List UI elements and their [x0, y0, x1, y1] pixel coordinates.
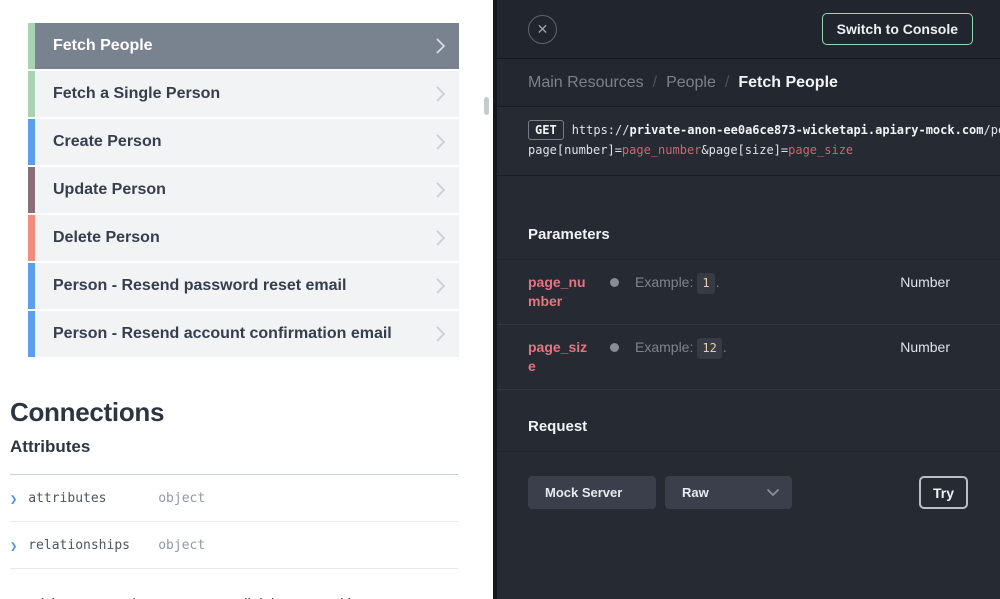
scrollbar-thumb[interactable] — [484, 97, 489, 115]
parameter-type: Number — [900, 338, 950, 357]
parameter-name: page_size — [528, 338, 594, 376]
endpoint-item-delete-person[interactable]: Delete Person — [28, 215, 459, 261]
endpoint-item-resend-account-confirmation[interactable]: Person - Resend account confirmation ema… — [28, 311, 459, 357]
query-key: page[number]= — [528, 143, 622, 157]
expand-chevron-icon[interactable]: ❯ — [10, 539, 17, 553]
connections-section: Connections Attributes ❯ attributes obje… — [10, 397, 458, 599]
query-key: page[size]= — [709, 143, 788, 157]
mock-server-button[interactable]: Mock Server — [528, 476, 656, 509]
breadcrumb-separator: / — [725, 74, 729, 92]
parameter-name: page_number — [528, 273, 594, 311]
parameter-example: Example:12. — [635, 338, 727, 359]
url-domain: private-anon-ee0a6ce873-wicketapi.apiary… — [629, 123, 983, 137]
endpoint-item-fetch-people[interactable]: Fetch People — [28, 23, 459, 69]
attribute-type: object — [158, 491, 205, 506]
endpoint-item-create-person[interactable]: Create Person — [28, 119, 459, 165]
chevron-right-icon — [435, 37, 446, 55]
switch-to-console-button[interactable]: Switch to Console — [822, 13, 973, 45]
parameter-example: Example:1. — [635, 273, 719, 294]
endpoint-label: Fetch People — [53, 37, 153, 55]
request-url-block: GET https://private-anon-ee0a6ce873-wick… — [497, 107, 1000, 176]
chevron-right-icon — [435, 229, 446, 247]
example-value-badge: 1 — [697, 273, 714, 294]
attribute-type: object — [158, 538, 205, 553]
endpoint-label: Person - Resend password reset email — [53, 277, 346, 295]
bullet-dot-icon — [610, 343, 619, 352]
endpoint-label: Delete Person — [53, 229, 160, 247]
attribute-name: attributes — [28, 491, 136, 506]
close-icon[interactable]: ✕ — [528, 15, 557, 44]
section-title: Connections — [10, 397, 458, 428]
endpoint-label: Create Person — [53, 133, 162, 151]
endpoint-item-resend-password-reset[interactable]: Person - Resend password reset email — [28, 263, 459, 309]
query-ampersand: & — [701, 143, 708, 157]
endpoint-list: Fetch People Fetch a Single Person Creat… — [28, 23, 459, 357]
format-dropdown-value: Raw — [682, 485, 709, 500]
query-value: page_size — [788, 143, 853, 157]
url-path: /people? — [984, 123, 1000, 137]
breadcrumb-item-people[interactable]: People — [666, 74, 716, 92]
bullet-dot-icon — [610, 278, 619, 287]
parameter-row-page-number: page_number Example:1. Number — [497, 260, 1000, 325]
chevron-down-icon — [766, 488, 780, 497]
endpoint-label: Update Person — [53, 181, 166, 199]
request-url-line2: page[number]=page_number&page[size]=page… — [528, 141, 1000, 159]
endpoint-item-update-person[interactable]: Update Person — [28, 167, 459, 213]
http-method-badge: GET — [528, 120, 564, 140]
docs-panel: Fetch People Fetch a Single Person Creat… — [0, 0, 493, 599]
inspector-panel: ✕ Switch to Console Main Resources / Peo… — [493, 0, 1000, 599]
query-value: page_number — [622, 143, 701, 157]
breadcrumb-item-main-resources[interactable]: Main Resources — [528, 74, 644, 92]
attributes-table: ❯ attributes object ❯ relationships obje… — [10, 474, 458, 569]
chevron-right-icon — [435, 325, 446, 343]
breadcrumb: Main Resources / People / Fetch People — [497, 59, 1000, 107]
try-button[interactable]: Try — [919, 476, 968, 509]
request-toolbar: Mock Server Raw Try — [497, 452, 1000, 509]
chevron-right-icon — [435, 133, 446, 151]
chevron-right-icon — [435, 181, 446, 199]
section-subtitle: Attributes — [10, 437, 458, 457]
section-description: In Wicket, connections represent a link … — [10, 595, 455, 599]
endpoint-item-fetch-single-person[interactable]: Fetch a Single Person — [28, 71, 459, 117]
url-scheme: https:// — [572, 123, 630, 137]
parameter-row-page-size: page_size Example:12. Number — [497, 325, 1000, 390]
expand-chevron-icon[interactable]: ❯ — [10, 492, 17, 506]
endpoint-label: Person - Resend account confirmation ema… — [53, 325, 392, 343]
attribute-row-attributes[interactable]: ❯ attributes object — [10, 475, 458, 522]
attribute-row-relationships[interactable]: ❯ relationships object — [10, 522, 458, 569]
breadcrumb-current: Fetch People — [738, 74, 838, 92]
format-dropdown[interactable]: Raw — [665, 476, 792, 509]
endpoint-label: Fetch a Single Person — [53, 85, 220, 103]
chevron-right-icon — [435, 277, 446, 295]
request-url-line1: GET https://private-anon-ee0a6ce873-wick… — [528, 119, 1000, 141]
chevron-right-icon — [435, 85, 446, 103]
parameters-heading: Parameters — [497, 176, 1000, 260]
attribute-name: relationships — [28, 538, 136, 553]
request-heading: Request — [497, 390, 1000, 452]
parameter-type: Number — [900, 273, 950, 292]
inspector-topbar: ✕ Switch to Console — [497, 0, 1000, 59]
example-value-badge: 12 — [697, 338, 721, 359]
breadcrumb-separator: / — [653, 74, 657, 92]
